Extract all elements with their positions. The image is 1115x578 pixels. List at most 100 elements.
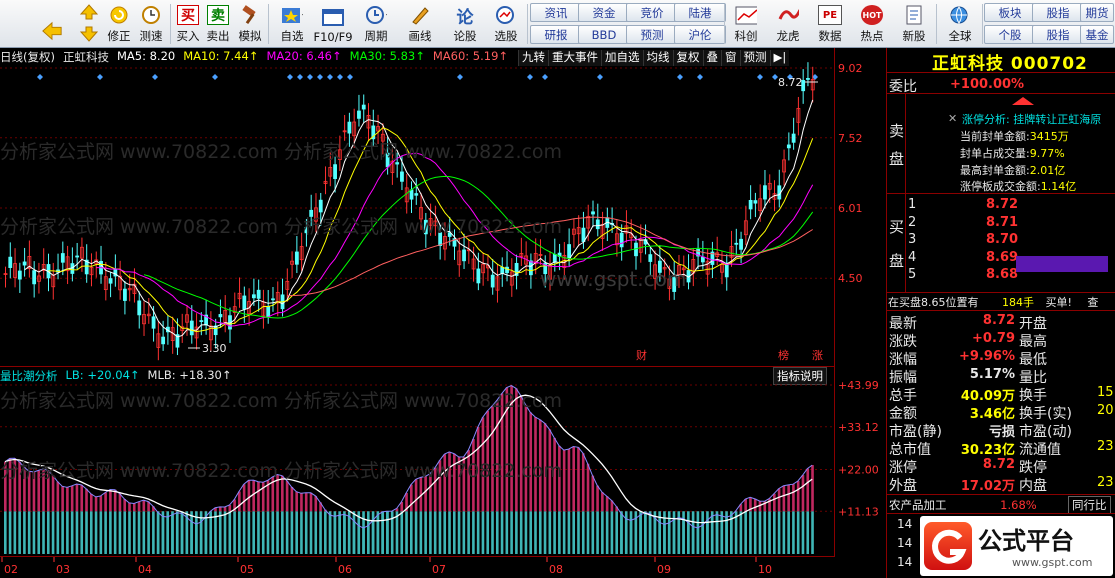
ind-bar-low-161 <box>773 511 776 554</box>
tb-btn-1[interactable]: 测速 <box>136 2 166 46</box>
tb-btn-4[interactable]: 模拟 <box>235 2 265 46</box>
grid2-btn-4[interactable]: 股指 <box>1032 25 1084 44</box>
grid-btn-6[interactable]: 预测 <box>626 25 678 44</box>
candle-body-53 <box>256 289 261 299</box>
limit-row-0-label: 当前封单金额: <box>960 130 1030 143</box>
candle-body-85 <box>409 189 414 200</box>
close-icon[interactable]: ✕ <box>948 112 957 125</box>
grid-btn-5[interactable]: BBD <box>578 25 630 44</box>
in-buy-row[interactable]: 在买盘8.65位置有 184手 买单! 查 <box>888 294 1098 310</box>
ind-bar-high-85 <box>410 484 413 512</box>
buy-level-2-price[interactable]: 8.70 <box>986 232 1018 247</box>
tb2-btn-0[interactable]: 科创 <box>728 2 764 46</box>
tb-btn-2[interactable]: 买 买入 <box>174 2 202 46</box>
quote-0-value: 8.72 <box>982 313 1015 328</box>
limit-analysis[interactable]: 涨停分析: 挂牌转让正虹海原 <box>962 111 1101 127</box>
grid-btn-4[interactable]: 研报 <box>530 25 582 44</box>
tb-btn-5[interactable]: 自选 <box>274 2 310 46</box>
tb-btn-3[interactable]: 卖 卖出 <box>204 2 232 46</box>
buy-level-0-price[interactable]: 8.72 <box>986 197 1018 212</box>
tb-btn-0[interactable]: 修正 <box>104 2 134 46</box>
ind-bar-151 <box>725 517 728 554</box>
ind-bar-high-26 <box>128 502 131 512</box>
event-diamond-13 <box>542 74 548 80</box>
grid2-btn-5[interactable]: 基金 <box>1080 25 1114 44</box>
ind-tick-0: +43.99 <box>838 379 879 392</box>
event-diamond-2 <box>152 74 158 80</box>
grid2-btn-1[interactable]: 股指 <box>1032 3 1084 22</box>
grid2-btn-2[interactable]: 期货 <box>1080 3 1114 22</box>
ind-bar-high-51 <box>247 480 251 512</box>
tb-btn-8[interactable]: 画线 <box>400 2 440 46</box>
tb-btn-6[interactable]: F10/F9 <box>312 2 354 46</box>
ind-bar-high-119 <box>572 446 575 512</box>
ind-bar-low-46 <box>223 511 227 554</box>
buy-level-3-price[interactable]: 8.69 <box>986 250 1018 265</box>
ind-bar-low-17 <box>85 511 88 554</box>
tb-btn-9[interactable]: 论 论股 <box>448 2 482 46</box>
ind-bar-low-87 <box>419 511 423 554</box>
candle-body-102 <box>490 274 495 288</box>
up-down-button[interactable] <box>76 2 102 46</box>
tb2-btn-5[interactable]: 全球 <box>940 2 980 46</box>
clock-icon <box>140 5 162 25</box>
tb2-btn-4[interactable]: 新股 <box>896 2 932 46</box>
grid-btn-2[interactable]: 竞价 <box>626 3 678 22</box>
grid2-btn-0[interactable]: 板块 <box>984 3 1036 22</box>
candle-body-99 <box>476 268 481 284</box>
ind-bar-low-30 <box>147 511 150 554</box>
grid-btn-1[interactable]: 资金 <box>578 3 630 22</box>
ind-bar-high-161 <box>773 493 776 512</box>
tb2-btn-2[interactable]: PE 数据 <box>812 2 848 46</box>
ind-bar-high-19 <box>94 496 98 512</box>
event-diamond-16 <box>697 74 703 80</box>
back-button[interactable] <box>38 2 66 46</box>
ind-bar-140 <box>672 519 676 554</box>
candle-body-135 <box>648 254 653 262</box>
grid2-btn-3[interactable]: 个股 <box>984 25 1036 44</box>
grid-btn-0[interactable]: 资讯 <box>530 3 582 22</box>
ind-bar-152 <box>730 515 733 554</box>
ind-bar-high-165 <box>792 484 795 512</box>
event-diamond-3 <box>212 74 218 80</box>
event-diamond-12 <box>527 74 533 80</box>
ind-bar-low-97 <box>467 511 470 554</box>
price-tick-1: 7.52 <box>838 132 863 145</box>
quote-8-value: 8.72 <box>982 457 1015 472</box>
hammer-icon <box>239 5 261 25</box>
buy-level-1-price[interactable]: 8.71 <box>986 215 1018 230</box>
month-label-0: 02 <box>4 563 18 576</box>
in-buy-more: 查 <box>1087 296 1099 309</box>
tb-btn-10[interactable]: 选股 <box>488 2 524 46</box>
marker-list: 榜 <box>778 348 789 362</box>
grid-btn-7[interactable]: 沪伦 <box>674 25 726 44</box>
sector-row[interactable]: 农产品加工 1.68% <box>889 497 1037 513</box>
ind-bar-37 <box>180 513 184 554</box>
hot-icon: HOT <box>861 5 883 25</box>
tb2-btn-3[interactable]: HOT 热点 <box>854 2 890 46</box>
quote-8-label2: 跌停 <box>1019 460 1047 476</box>
quote-2-value: +9.96% <box>959 349 1015 364</box>
indicator-chart[interactable]: +43.99 +33.12 +22.00 +11.13 分析家公式网 www.70822… <box>0 366 879 556</box>
ind-bar-149 <box>715 514 719 554</box>
quote-4-value: 40.09万 <box>960 389 1015 404</box>
ind-bar-high-168 <box>806 468 810 512</box>
ind-bar-low-20 <box>99 511 103 554</box>
month-label-4: 06 <box>338 563 352 576</box>
indicator-svg: +43.99 +33.12 +22.00 +11.13 分析家公式网 www.70822… <box>0 379 879 554</box>
tb2-btn-1[interactable]: 龙虎 <box>770 2 806 46</box>
ind-bar-high-157 <box>753 498 757 512</box>
quote-2-label2: 最低 <box>1019 352 1047 368</box>
tb-btn-7[interactable]: 周期 <box>358 2 394 46</box>
new-stock-icon <box>903 5 925 25</box>
peer-compare-button[interactable]: 同行比 <box>1068 496 1111 514</box>
candle-body-153 <box>734 242 739 245</box>
buy-level-4-price[interactable]: 8.68 <box>986 267 1018 282</box>
ind-bar-high-24 <box>118 493 122 512</box>
ind-bar-68 <box>328 514 332 554</box>
quote-3-value: 5.17% <box>969 367 1015 382</box>
kline-chart[interactable]: 9.02 7.52 6.01 4.50 8.72 3.30 财 榜 涨 分析家公式网 www.70… <box>0 48 863 366</box>
grid-btn-3[interactable]: 陆港 <box>674 3 726 22</box>
ind-bar-134 <box>644 512 647 554</box>
ind-bar-low-94 <box>452 511 456 554</box>
